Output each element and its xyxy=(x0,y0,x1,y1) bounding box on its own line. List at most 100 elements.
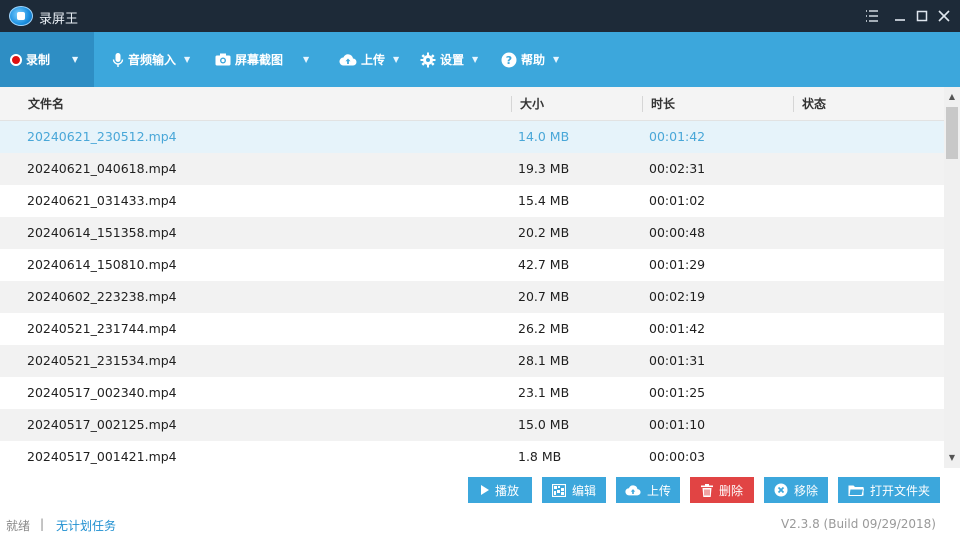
file-size-cell: 23.1 MB xyxy=(518,385,570,400)
file-size-cell: 15.4 MB xyxy=(518,193,570,208)
audio-input-menu[interactable]: 音频输入 ▼ xyxy=(112,32,190,87)
duration-cell: 00:01:29 xyxy=(649,257,706,272)
screenshot-label: 屏幕截图 xyxy=(235,53,284,67)
file-name-cell: 20240517_002340.mp4 xyxy=(27,385,177,400)
cloud-upload-icon xyxy=(339,53,357,66)
file-size-cell: 28.1 MB xyxy=(518,353,570,368)
remove-button[interactable]: 移除 xyxy=(764,477,828,503)
column-divider[interactable] xyxy=(511,96,512,112)
remove-label: 移除 xyxy=(793,483,818,498)
duration-cell: 00:01:42 xyxy=(649,321,706,336)
help-label: 帮助 xyxy=(521,53,546,67)
file-size-cell: 42.7 MB xyxy=(518,257,570,272)
file-name-cell: 20240521_231744.mp4 xyxy=(27,321,177,336)
duration-cell: 00:02:19 xyxy=(649,289,706,304)
title-bar: 录屏王 xyxy=(0,0,960,32)
table-row[interactable]: 20240614_150810.mp4 42.7 MB 00:01:29 xyxy=(0,249,944,281)
file-size-cell: 1.8 MB xyxy=(518,449,562,464)
table-header: 文件名 大小 时长 状态 xyxy=(0,87,944,121)
chevron-down-icon[interactable]: ▼ xyxy=(72,55,78,64)
upload-button[interactable]: 上传 xyxy=(616,477,680,503)
schedule-link[interactable]: 无计划任务 xyxy=(56,517,116,534)
status-text: 就绪 xyxy=(6,519,31,533)
edit-icon xyxy=(551,483,566,497)
file-name-cell: 20240517_002125.mp4 xyxy=(27,417,177,432)
delete-label: 删除 xyxy=(718,483,743,498)
table-row[interactable]: 20240621_040618.mp4 19.3 MB 00:02:31 xyxy=(0,153,944,185)
record-label: 录制 xyxy=(26,53,51,67)
file-size-cell: 19.3 MB xyxy=(518,161,570,176)
gear-icon xyxy=(420,52,436,68)
app-logo-icon xyxy=(9,6,33,26)
cloud-upload-icon xyxy=(625,484,641,496)
duration-cell: 00:02:31 xyxy=(649,161,706,176)
window-title: 录屏王 xyxy=(39,12,79,27)
file-name-cell: 20240602_223238.mp4 xyxy=(27,289,177,304)
chevron-down-icon: ▼ xyxy=(553,55,560,64)
file-size-cell: 20.7 MB xyxy=(518,289,570,304)
record-icon xyxy=(10,53,22,66)
column-header-name[interactable]: 文件名 xyxy=(28,87,64,121)
upload-menu[interactable]: 上传 ▼ xyxy=(339,32,399,87)
chevron-down-icon: ▼ xyxy=(184,55,191,64)
table-row[interactable]: 20240602_223238.mp4 20.7 MB 00:02:19 xyxy=(0,281,944,313)
duration-cell: 00:01:02 xyxy=(649,193,706,208)
chevron-down-icon: ▼ xyxy=(393,55,400,64)
scrollbar-thumb[interactable] xyxy=(946,107,958,159)
record-button[interactable]: 录制 ▼ xyxy=(0,32,94,87)
table-row[interactable]: 20240517_001421.mp4 1.8 MB 00:00:03 xyxy=(0,441,944,468)
toolbar: 录制 ▼ 音频输入 ▼ 屏幕截图 ▼ 上传 ▼ 设置 ▼ ? 帮助 ▼ xyxy=(0,32,960,87)
trash-icon xyxy=(700,483,713,497)
file-size-cell: 26.2 MB xyxy=(518,321,570,336)
screenshot-menu[interactable]: 屏幕截图 ▼ xyxy=(215,32,309,87)
help-icon: ? xyxy=(501,52,517,68)
file-name-cell: 20240521_231534.mp4 xyxy=(27,353,177,368)
column-header-size[interactable]: 大小 xyxy=(520,87,544,121)
open-folder-button[interactable]: 打开文件夹 xyxy=(838,477,940,503)
file-name-cell: 20240517_001421.mp4 xyxy=(27,449,177,464)
column-divider[interactable] xyxy=(793,96,794,112)
table-row[interactable]: 20240521_231744.mp4 26.2 MB 00:01:42 xyxy=(0,313,944,345)
play-button[interactable]: 播放 xyxy=(468,477,532,503)
scroll-down-icon[interactable]: ▼ xyxy=(944,450,960,466)
chevron-down-icon: ▼ xyxy=(472,55,479,64)
file-size-cell: 15.0 MB xyxy=(518,417,570,432)
audio-input-label: 音频输入 xyxy=(128,53,177,67)
file-name-cell: 20240614_151358.mp4 xyxy=(27,225,177,240)
version-text: V2.3.8 (Build 09/29/2018) xyxy=(780,517,936,531)
camera-icon xyxy=(215,53,231,66)
duration-cell: 00:00:03 xyxy=(649,449,706,464)
duration-cell: 00:01:31 xyxy=(649,353,706,368)
upload-label: 上传 xyxy=(361,53,386,67)
file-name-cell: 20240621_230512.mp4 xyxy=(27,129,177,144)
open-folder-label: 打开文件夹 xyxy=(869,483,930,498)
chevron-down-icon: ▼ xyxy=(303,55,310,64)
microphone-icon xyxy=(112,52,124,68)
edit-button[interactable]: 编辑 xyxy=(542,477,606,503)
column-header-duration[interactable]: 时长 xyxy=(651,87,675,121)
scroll-up-icon[interactable]: ▲ xyxy=(944,89,960,105)
table-row[interactable]: 20240621_230512.mp4 14.0 MB 00:01:42 xyxy=(0,121,944,153)
folder-icon xyxy=(848,484,864,496)
duration-cell: 00:00:48 xyxy=(649,225,706,240)
file-size-cell: 20.2 MB xyxy=(518,225,570,240)
settings-menu[interactable]: 设置 ▼ xyxy=(420,32,478,87)
table-row[interactable]: 20240521_231534.mp4 28.1 MB 00:01:31 xyxy=(0,345,944,377)
duration-cell: 00:01:25 xyxy=(649,385,706,400)
table-row[interactable]: 20240517_002340.mp4 23.1 MB 00:01:25 xyxy=(0,377,944,409)
file-table: 文件名 大小 时长 状态 20240621_230512.mp4 14.0 MB 0… xyxy=(0,87,944,468)
delete-button[interactable]: 删除 xyxy=(690,477,754,503)
file-name-cell: 20240621_040618.mp4 xyxy=(27,161,177,176)
column-divider[interactable] xyxy=(642,96,643,112)
close-icon[interactable] xyxy=(930,0,958,32)
table-row[interactable]: 20240621_031433.mp4 15.4 MB 00:01:02 xyxy=(0,185,944,217)
help-menu[interactable]: ? 帮助 ▼ xyxy=(501,32,559,87)
column-header-status[interactable]: 状态 xyxy=(802,87,826,121)
file-name-cell: 20240614_150810.mp4 xyxy=(27,257,177,272)
table-row[interactable]: 20240614_151358.mp4 20.2 MB 00:00:48 xyxy=(0,217,944,249)
upload-action-label: 上传 xyxy=(646,483,671,498)
vertical-scrollbar[interactable]: ▲ ▼ xyxy=(944,87,960,468)
play-label: 播放 xyxy=(494,483,519,498)
table-row[interactable]: 20240517_002125.mp4 15.0 MB 00:01:10 xyxy=(0,409,944,441)
menu-icon[interactable] xyxy=(858,0,886,32)
